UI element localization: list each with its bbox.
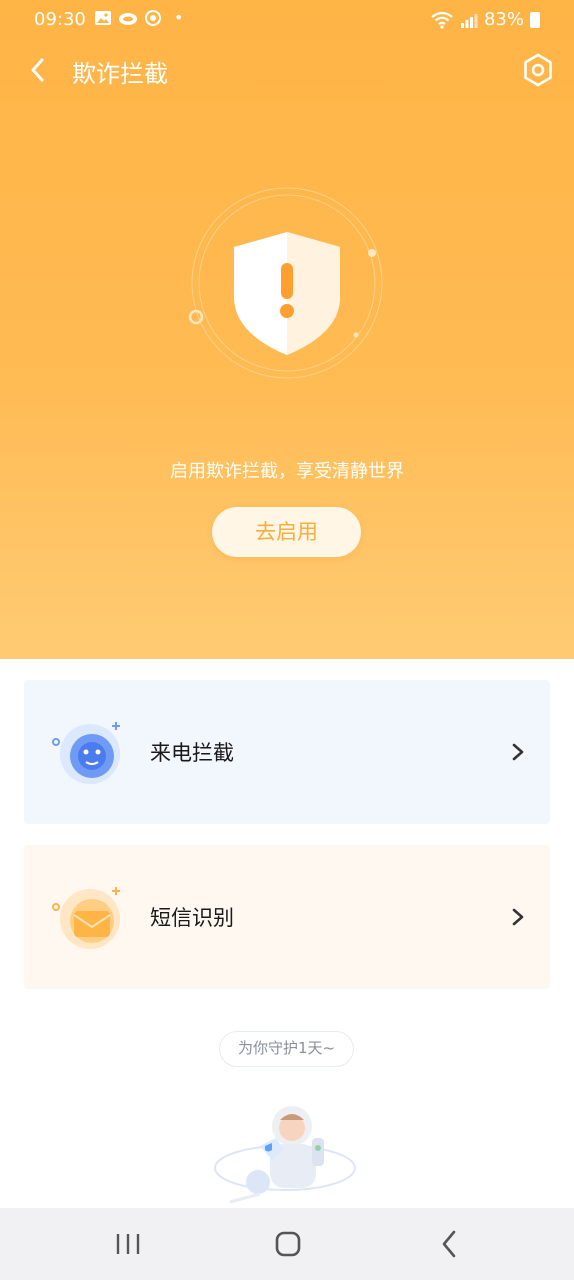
card-label: 来电拦截 <box>150 741 234 765</box>
chevron-left-icon <box>31 58 44 82</box>
battery-icon <box>530 11 540 28</box>
cloud-icon <box>119 13 137 25</box>
astronaut-mascot-icon <box>200 1098 370 1208</box>
sms-identify-icon <box>52 887 120 949</box>
back-button[interactable] <box>22 50 58 90</box>
call-block-icon <box>52 722 120 784</box>
back-icon <box>442 1230 456 1258</box>
image-icon <box>95 11 111 25</box>
hero-message: 启用欺诈拦截，享受清静世界 <box>170 461 404 482</box>
page-title: 欺诈拦截 <box>72 60 168 88</box>
signal-icon <box>460 13 478 28</box>
card-sms-identify[interactable]: 短信识别 <box>24 845 550 989</box>
home-icon <box>275 1231 301 1257</box>
chevron-right-icon <box>512 743 524 761</box>
recents-icon <box>116 1234 140 1254</box>
system-nav-bar <box>0 1208 574 1280</box>
recents-button[interactable] <box>104 1224 152 1264</box>
protection-days-badge: 为你守护1天~ <box>219 1031 354 1067</box>
settings-button[interactable] <box>520 52 556 88</box>
wifi-icon <box>431 11 453 29</box>
status-bar: 09:30 • 83% <box>0 0 574 40</box>
card-label: 短信识别 <box>150 906 234 930</box>
chevron-right-icon <box>512 908 524 926</box>
gear-icon <box>524 53 552 87</box>
home-button[interactable] <box>264 1224 312 1264</box>
sync-icon <box>145 10 161 26</box>
nav-back-button[interactable] <box>424 1224 472 1264</box>
battery-percent: 83% <box>483 9 524 30</box>
status-dot: • <box>174 8 184 27</box>
top-app-bar: 欺诈拦截 <box>0 42 574 100</box>
status-time: 09:30 <box>34 9 86 30</box>
card-call-block[interactable]: 来电拦截 <box>24 680 550 824</box>
warning-shield-icon <box>180 185 395 395</box>
enable-button[interactable]: 去启用 <box>212 507 361 557</box>
